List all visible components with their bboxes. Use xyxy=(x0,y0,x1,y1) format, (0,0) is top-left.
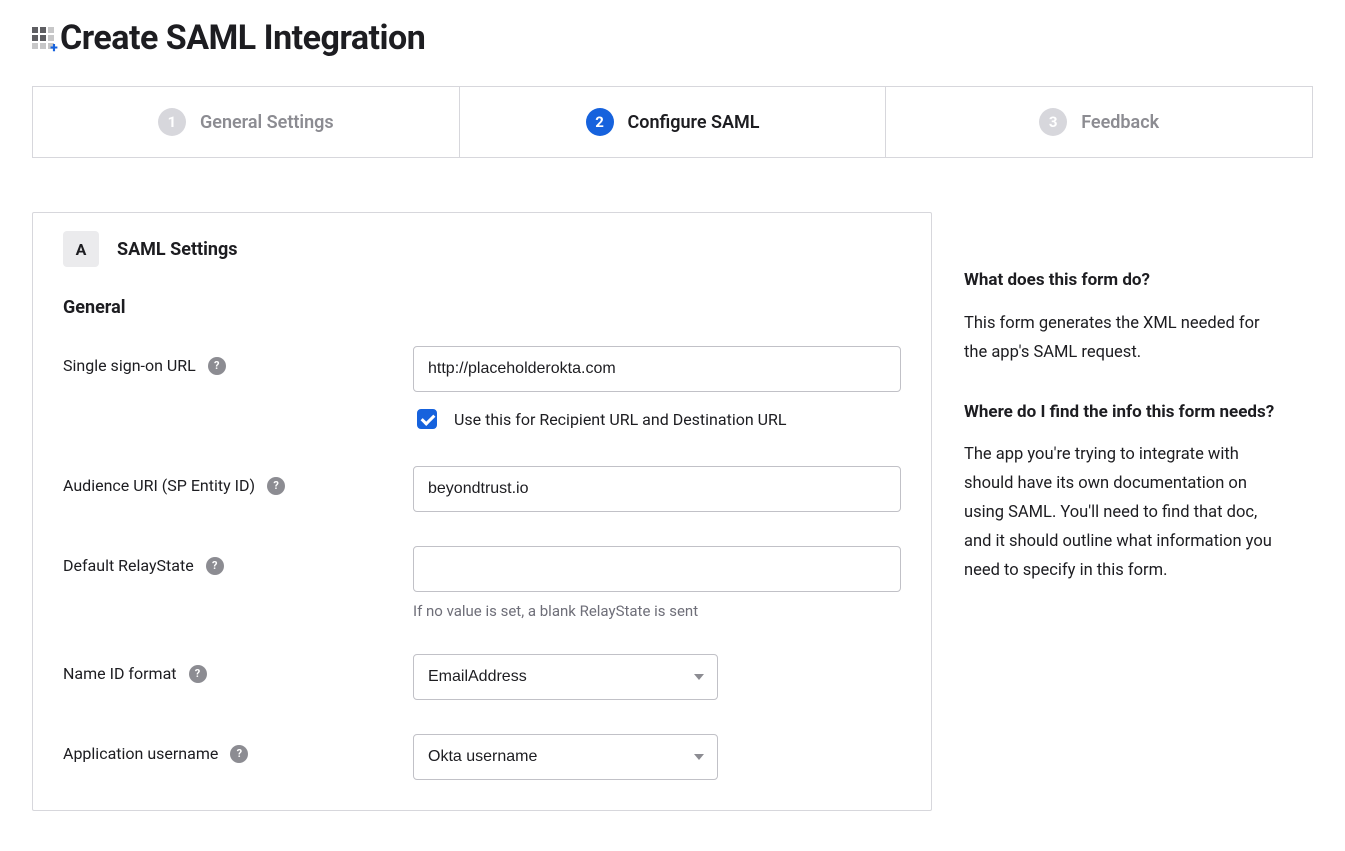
nameid-format-value[interactable] xyxy=(413,654,718,700)
wizard-stepper: 1 General Settings 2 Configure SAML 3 Fe… xyxy=(32,86,1313,158)
step-feedback[interactable]: 3 Feedback xyxy=(886,87,1312,157)
page-header: + Create SAML Integration xyxy=(32,18,1313,58)
step-label: General Settings xyxy=(200,112,334,133)
help-a2: The app you're trying to integrate with … xyxy=(964,441,1284,585)
row-sso-url: Single sign-on URL ? Use this for Recipi… xyxy=(63,346,901,432)
app-integration-icon: + xyxy=(32,27,54,49)
row-application-username: Application username ? xyxy=(63,734,901,780)
nameid-format-label: Name ID format xyxy=(63,664,177,683)
step-number: 2 xyxy=(586,108,614,136)
sso-url-label: Single sign-on URL xyxy=(63,356,196,375)
help-icon[interactable]: ? xyxy=(189,665,207,683)
step-configure-saml[interactable]: 2 Configure SAML xyxy=(460,87,887,157)
nameid-format-select[interactable] xyxy=(413,654,718,700)
relay-state-label: Default RelayState xyxy=(63,556,194,575)
use-for-recipient-checkbox[interactable] xyxy=(417,409,437,429)
application-username-select[interactable] xyxy=(413,734,718,780)
help-icon[interactable]: ? xyxy=(208,357,226,375)
row-relay-state: Default RelayState ? If no value is set,… xyxy=(63,546,901,620)
audience-uri-input[interactable] xyxy=(413,466,901,512)
row-nameid-format: Name ID format ? xyxy=(63,654,901,700)
sso-url-checkbox-row[interactable]: Use this for Recipient URL and Destinati… xyxy=(413,406,901,432)
section-general-title: General xyxy=(63,297,901,318)
audience-uri-label: Audience URI (SP Entity ID) xyxy=(63,476,255,495)
relay-state-hint: If no value is set, a blank RelayState i… xyxy=(413,602,901,620)
side-help-panel: What does this form do? This form genera… xyxy=(964,212,1284,616)
page-title: Create SAML Integration xyxy=(60,18,425,58)
application-username-value[interactable] xyxy=(413,734,718,780)
step-label: Feedback xyxy=(1081,112,1159,133)
row-audience-uri: Audience URI (SP Entity ID) ? xyxy=(63,466,901,512)
application-username-label: Application username xyxy=(63,744,218,763)
help-q1: What does this form do? xyxy=(964,266,1284,296)
help-icon[interactable]: ? xyxy=(267,477,285,495)
sso-url-input[interactable] xyxy=(413,346,901,392)
help-a1: This form generates the XML needed for t… xyxy=(964,310,1284,368)
saml-settings-card: A SAML Settings General Single sign-on U… xyxy=(32,212,932,811)
relay-state-input[interactable] xyxy=(413,546,901,592)
help-icon[interactable]: ? xyxy=(230,745,248,763)
help-q2: Where do I find the info this form needs… xyxy=(964,398,1284,428)
step-number: 3 xyxy=(1039,108,1067,136)
card-title: SAML Settings xyxy=(117,239,238,260)
help-icon[interactable]: ? xyxy=(206,557,224,575)
step-general-settings[interactable]: 1 General Settings xyxy=(33,87,460,157)
section-letter-badge: A xyxy=(63,231,99,267)
sso-url-checkbox-label: Use this for Recipient URL and Destinati… xyxy=(454,410,787,429)
step-number: 1 xyxy=(158,108,186,136)
step-label: Configure SAML xyxy=(628,112,760,133)
